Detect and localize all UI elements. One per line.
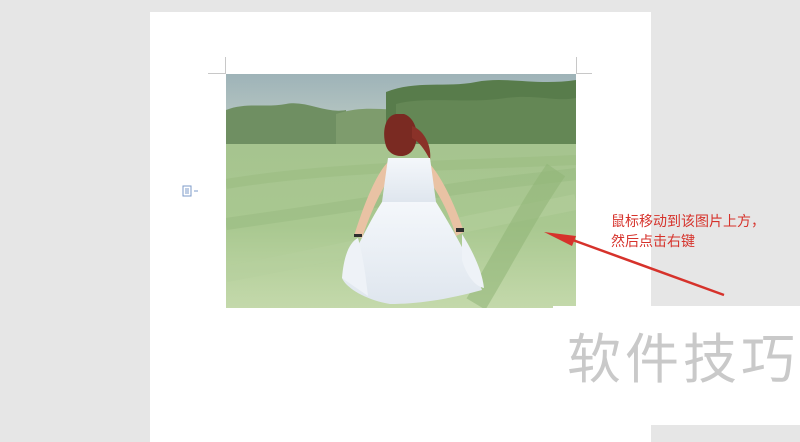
pointer-arrow-icon	[544, 232, 725, 297]
crop-mark-top-right-v	[576, 57, 577, 74]
watermark-text: 软件技巧	[567, 328, 799, 391]
paragraph-anchor-icon[interactable]	[182, 185, 200, 197]
crop-mark-top-right-h	[576, 73, 592, 74]
document-image[interactable]	[226, 74, 576, 308]
crop-mark-top-left-h	[208, 73, 226, 74]
crop-mark-top-left-v	[225, 57, 226, 74]
